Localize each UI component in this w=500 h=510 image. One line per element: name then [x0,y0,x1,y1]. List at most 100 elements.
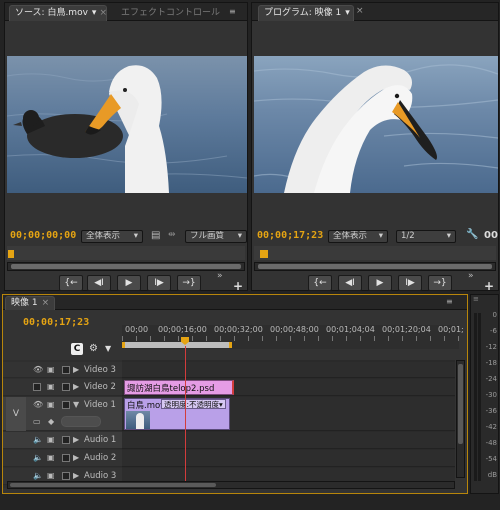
play-button[interactable]: ▶ [368,275,392,291]
clip-telop[interactable]: 諏訪湖白鳥telop2.psd [124,380,234,395]
filmstrip-icon[interactable]: ▤ [151,230,160,241]
step-back-button[interactable]: ◀I [338,275,362,291]
timeline-horizontal-scrollbar[interactable] [7,481,455,489]
snap-icon[interactable]: C [71,343,83,355]
add-marker-icon[interactable]: ▼ [105,344,111,353]
program-time-ruler[interactable] [254,246,496,260]
speaker-icon[interactable]: 🔈 [33,453,43,462]
panel-menu-icon[interactable]: ≡ [446,297,453,306]
step-forward-button[interactable]: I▶ [147,275,171,291]
step-forward-button[interactable]: I▶ [398,275,422,291]
tab-close-icon[interactable]: × [42,298,50,308]
source-swan-image [7,65,247,193]
work-area-bar[interactable] [122,342,232,348]
goto-in-button[interactable]: {← [59,275,83,291]
track-name: Video 2 [84,382,116,392]
timeline-vertical-scrollbar[interactable] [456,360,465,478]
goto-out-button[interactable]: →} [177,275,201,291]
track-lane-audio1[interactable] [122,432,455,449]
goto-out-button[interactable]: →} [428,275,452,291]
wrench-icon[interactable]: 🔧 [466,229,478,240]
source-playhead-marker[interactable] [8,250,14,258]
film-icon[interactable]: ▣ [47,382,55,391]
clip-video[interactable]: 白鳥.mov 透明度:不透明度▾ [124,398,230,430]
expand-arrow-icon[interactable]: ▶ [73,382,79,391]
lock-toggle[interactable] [62,472,70,480]
v-target-indicator[interactable]: V [6,397,26,431]
safe-margins-icon[interactable]: ⇹ [168,230,176,240]
timeline-timecode[interactable]: 00;00;17;23 [23,317,89,328]
lock-toggle[interactable] [62,383,70,391]
more-controls-icon[interactable]: » [217,271,223,281]
tab-dropdown-icon[interactable]: ▾ [92,8,97,18]
tab-source[interactable]: ソース: 白鳥.mov ▾ × [9,5,107,21]
tab-timeline[interactable]: 映像 1 × [5,296,56,310]
expand-arrow-icon[interactable]: ▶ [73,435,79,444]
keyframe-nav[interactable] [61,416,101,427]
add-button-icon[interactable]: + [233,279,243,293]
ruler-label: 00;01;04;04 [326,325,375,334]
clip-fx-dropdown[interactable]: 透明度:不透明度▾ [161,399,226,409]
lock-toggle[interactable] [62,454,70,462]
track-header-audio2[interactable]: 🔈 ▣ ▶ Audio 2 [3,450,124,467]
lock-toggle[interactable] [62,401,70,409]
track-header-audio1[interactable]: 🔈 ▣ ▶ Audio 1 [3,432,124,449]
eye-icon[interactable]: 👁 [33,365,43,374]
source-view-select[interactable]: 全体表示 ▾ [81,230,143,243]
ruler-label: 00;01;20;04 [382,325,431,334]
step-back-button[interactable]: ◀I [87,275,111,291]
lock-toggle[interactable] [62,436,70,444]
marker-icon[interactable]: ⚙ [89,343,98,354]
track-header-video2[interactable]: ▣ ▶ Video 2 [3,379,124,396]
source-monitor-panel: ソース: 白鳥.mov ▾ × エフェクトコントロール ≡ 00;00;00;00 … [4,2,248,293]
film-icon[interactable]: ▣ [47,400,55,409]
audio-wave-icon[interactable]: ▣ [47,471,55,480]
expand-arrow-icon[interactable]: ▶ [73,365,79,374]
meter-label: -30 [485,391,497,399]
track-lane-video3[interactable] [122,362,455,378]
tab-effect-controls[interactable]: エフェクトコントロール [115,5,226,21]
tab-close-icon[interactable]: × [356,6,364,16]
track-content-area[interactable]: 諏訪湖白鳥telop2.psd 白鳥.mov 透明度:不透明度▾ [122,346,455,488]
source-quality-select[interactable]: フル画質 ▾ [185,230,247,243]
playhead-line[interactable] [185,346,186,488]
chevron-down-icon: ▾ [133,231,138,241]
meter-label: 0 [492,311,497,319]
program-view-select[interactable]: 全体表示 ▾ [328,230,388,243]
play-button[interactable]: ▶ [117,275,141,291]
source-zoom-scrollbar[interactable] [7,262,245,271]
program-timecode[interactable]: 00;00;17;23 [257,230,323,241]
add-button-icon[interactable]: + [484,279,494,293]
collapse-arrow-icon[interactable]: ▼ [73,400,79,409]
program-zoom-scrollbar[interactable] [254,262,496,271]
panel-menu-icon[interactable]: ≡ [473,295,479,303]
track-lane-audio2[interactable] [122,450,455,467]
display-style-icon[interactable]: ▭ [33,417,41,426]
film-icon[interactable]: ▣ [47,365,55,374]
track-header-video3[interactable]: 👁 ▣ ▶ Video 3 [3,362,124,378]
tab-program[interactable]: プログラム: 映像 1 ▾ [258,5,354,21]
source-time-ruler[interactable] [7,246,245,260]
source-timecode[interactable]: 00;00;00;00 [10,230,76,241]
audio-wave-icon[interactable]: ▣ [47,435,55,444]
eye-icon[interactable]: 👁 [33,400,43,409]
panel-menu-icon[interactable]: ≡ [229,7,236,16]
program-quality-select[interactable]: 1/2 ▾ [396,230,456,243]
eye-toggle[interactable] [33,383,41,391]
timeline-ruler[interactable]: 00;00 00;00;16;00 00;00;32;00 00;00;48;0… [122,325,464,349]
track-name: Video 1 [84,400,116,410]
expand-arrow-icon[interactable]: ▶ [73,471,79,480]
keyframe-icon[interactable]: ◆ [48,417,54,426]
speaker-icon[interactable]: 🔈 [33,435,43,444]
tab-dropdown-icon[interactable]: ▾ [345,8,350,18]
goto-in-button[interactable]: {← [308,275,332,291]
program-quality-select-value: 1/2 [401,231,415,241]
track-header-video1[interactable]: V 👁 ▣ ▼ Video 1 ▭ ◆ [3,397,124,431]
program-playhead-marker[interactable] [260,250,268,258]
audio-wave-icon[interactable]: ▣ [47,453,55,462]
lock-toggle[interactable] [62,366,70,374]
expand-arrow-icon[interactable]: ▶ [73,453,79,462]
speaker-icon[interactable]: 🔈 [33,471,43,480]
more-controls-icon[interactable]: » [468,271,474,281]
tab-close-icon[interactable]: × [99,8,107,18]
